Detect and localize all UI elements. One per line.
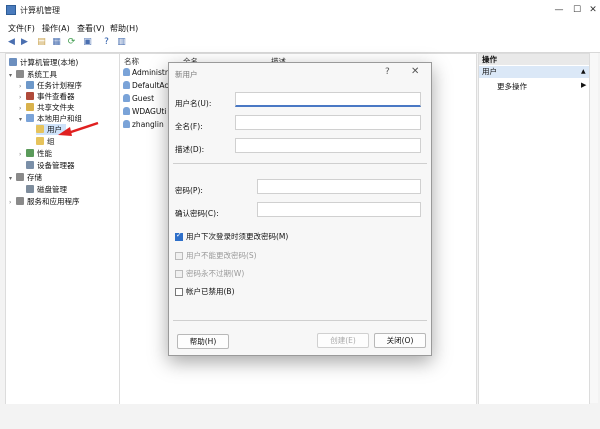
password-label: 密码(P):: [175, 186, 203, 195]
computer-management-icon: [6, 5, 16, 15]
storage-icon: [16, 173, 24, 181]
collapse-icon[interactable]: ▾: [9, 173, 16, 184]
minimize-icon[interactable]: —: [552, 3, 566, 17]
cannot-change-password-checkbox[interactable]: [175, 252, 183, 260]
tree-item-task-scheduler[interactable]: › 任务计划程序: [19, 80, 82, 91]
menu-view[interactable]: 查看(V): [77, 23, 105, 34]
tree-item-root[interactable]: 计算机管理(本地): [9, 57, 78, 68]
list-item[interactable]: WDAGUti: [123, 107, 166, 116]
user-icon: [123, 68, 130, 76]
help-question-icon[interactable]: ?: [385, 67, 390, 77]
confirm-password-field[interactable]: [257, 202, 421, 217]
confirm-password-label: 确认密码(C):: [175, 209, 219, 218]
console-tree: 计算机管理(本地) ▾ 系统工具 › 任务计划程序 › 事件查看器 › 共享文件夹 ▾ 本…: [5, 53, 120, 405]
user-icon: [123, 81, 130, 89]
maximize-icon[interactable]: ☐: [570, 3, 584, 17]
tree-item-device-manager[interactable]: 设备管理器: [26, 160, 75, 171]
password-never-expires-checkbox[interactable]: [175, 270, 183, 278]
menu-action[interactable]: 操作(A): [42, 23, 70, 34]
performance-icon: [26, 149, 34, 157]
scrollbar[interactable]: [590, 53, 598, 403]
services-icon: [16, 197, 24, 205]
list-item[interactable]: Administr: [123, 68, 168, 77]
actions-header: 操作: [479, 54, 589, 65]
user-icon: [123, 120, 130, 128]
computer-management-window: 计算机管理 — ☐ ✕ 文件(F) 操作(A) 查看(V) 帮助(H) ◀ ▶ …: [0, 0, 600, 429]
tree-item-groups[interactable]: 组: [36, 136, 55, 147]
list-item[interactable]: zhanglin: [123, 120, 164, 129]
user-icon: [123, 94, 130, 102]
tools-icon: [16, 70, 24, 78]
password-never-expires-label: 密码永不过期(W): [186, 269, 245, 278]
tree-item-event-viewer[interactable]: › 事件查看器: [19, 91, 75, 102]
username-label: 用户名(U):: [175, 99, 212, 108]
account-disabled-checkbox[interactable]: [175, 288, 183, 296]
computer-icon: [9, 58, 17, 66]
divider: [173, 163, 427, 164]
list-item[interactable]: Guest: [123, 94, 154, 103]
username-field[interactable]: [235, 92, 421, 107]
tree-item-performance[interactable]: › 性能: [19, 148, 52, 159]
tree-item-services-apps[interactable]: › 服务和应用程序: [9, 196, 80, 207]
folder-icon: [36, 125, 44, 133]
password-field[interactable]: [257, 179, 421, 194]
cannot-change-password-label: 用户不能更改密码(S): [186, 251, 257, 260]
collapse-icon[interactable]: ▾: [19, 114, 26, 125]
status-bar: [0, 404, 600, 429]
tree-item-storage[interactable]: ▾ 存储: [9, 172, 42, 183]
collapse-up-icon[interactable]: ▲: [581, 66, 586, 78]
must-change-password-label: 用户下次登录时须更改密码(M): [186, 232, 289, 241]
help-button[interactable]: 帮助(H): [177, 334, 229, 349]
folder-icon: [36, 137, 44, 145]
menu-help[interactable]: 帮助(H): [110, 23, 138, 34]
account-disabled-label: 帐户已禁用(B): [186, 287, 235, 296]
event-log-icon: [26, 92, 34, 100]
dialog-title: 新用户: [175, 70, 198, 79]
tree-item-disk-management[interactable]: 磁盘管理: [26, 184, 67, 195]
fullname-label: 全名(F):: [175, 122, 203, 131]
description-field[interactable]: [235, 138, 421, 153]
must-change-password-checkbox[interactable]: [175, 231, 183, 241]
chevron-right-icon[interactable]: ▶: [581, 81, 586, 89]
tree-item-system-tools[interactable]: ▾ 系统工具: [9, 69, 57, 80]
close-icon[interactable]: ✕: [586, 3, 600, 17]
create-button[interactable]: 创建(E): [317, 333, 369, 348]
description-label: 描述(D):: [175, 145, 205, 154]
up-folder-icon[interactable]: ▤: [36, 37, 47, 48]
back-icon[interactable]: ◀: [6, 37, 17, 48]
properties-icon[interactable]: ▦: [51, 37, 62, 48]
clock-icon: [26, 81, 34, 89]
list-item[interactable]: DefaultAc: [123, 81, 169, 90]
more-actions-link[interactable]: 更多操作: [497, 81, 527, 92]
actions-pane: 操作 用户 ▲ 更多操作 ▶: [478, 53, 590, 405]
expand-icon[interactable]: ›: [19, 149, 26, 160]
disk-icon: [26, 185, 34, 193]
device-manager-icon: [26, 161, 34, 169]
user-icon: [123, 107, 130, 115]
dialog-close-icon[interactable]: ✕: [411, 66, 419, 77]
menu-file[interactable]: 文件(F): [8, 23, 35, 34]
help-icon[interactable]: ?: [101, 37, 112, 48]
expand-icon[interactable]: ▾: [9, 70, 16, 81]
show-hide-icon[interactable]: ▥: [116, 37, 127, 48]
column-header-name[interactable]: 名称: [124, 56, 139, 67]
tree-item-shared-folders[interactable]: › 共享文件夹: [19, 102, 75, 113]
window-title: 计算机管理: [20, 6, 60, 15]
new-user-dialog: 新用户 ? ✕ 用户名(U): 全名(F): 描述(D): 密码(P): 确认密…: [168, 62, 432, 356]
expand-icon[interactable]: ›: [9, 197, 16, 208]
title-bar: 计算机管理 — ☐ ✕: [0, 0, 600, 21]
actions-section-users[interactable]: 用户 ▲: [479, 66, 589, 78]
refresh-icon[interactable]: ▣: [82, 37, 93, 48]
console-tree-icon[interactable]: ⟳: [66, 37, 77, 48]
forward-icon[interactable]: ▶: [19, 37, 30, 48]
fullname-field[interactable]: [235, 115, 421, 130]
close-button[interactable]: 关闭(O): [374, 333, 426, 348]
divider: [173, 320, 427, 321]
users-group-icon: [26, 114, 34, 122]
menu-bar: 文件(F) 操作(A) 查看(V) 帮助(H): [0, 21, 600, 34]
red-pointer-arrow-icon: [58, 121, 99, 136]
shared-folder-icon: [26, 103, 34, 111]
toolbar: ◀ ▶ ▤ ▦ ⟳ ▣ ? ▥: [0, 34, 600, 53]
